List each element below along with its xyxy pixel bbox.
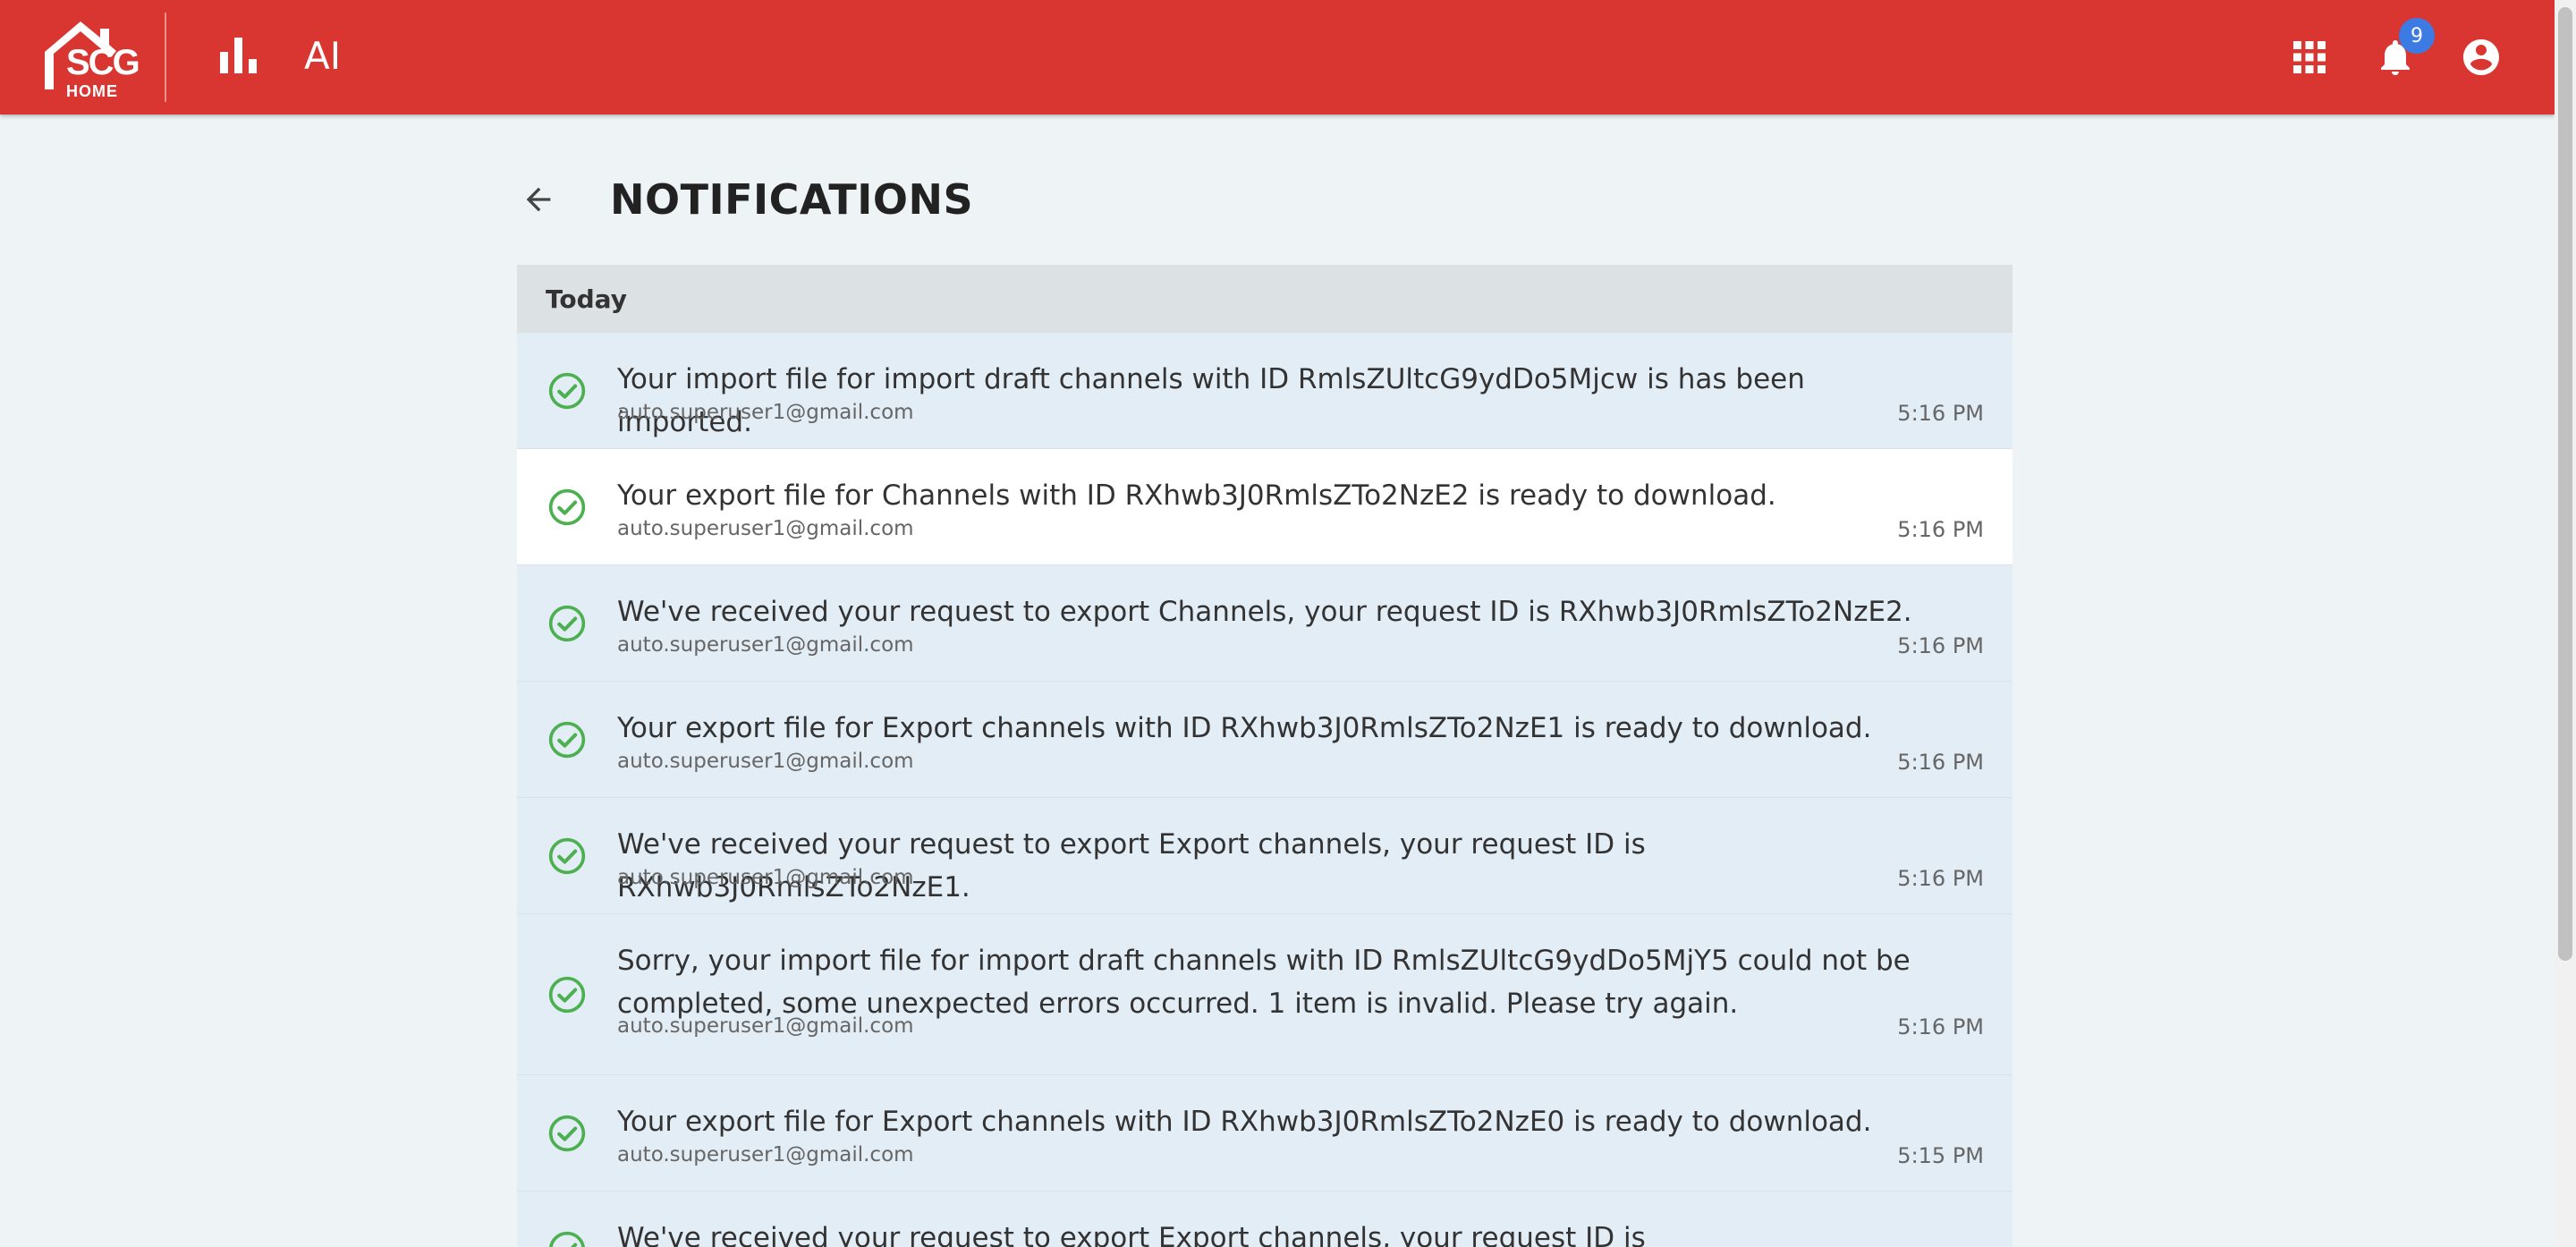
notification-time: 5:15 PM bbox=[1897, 1143, 1984, 1168]
notification-sender: auto.superuser1@gmail.com bbox=[617, 1014, 914, 1038]
check-circle-icon bbox=[548, 488, 586, 526]
notification-item[interactable]: We've received your request to export Ex… bbox=[517, 798, 2012, 914]
notification-item[interactable]: Your import file for import draft channe… bbox=[517, 333, 2012, 449]
notification-item[interactable]: Your export file for Channels with ID RX… bbox=[517, 449, 2012, 565]
notification-item[interactable]: We've received your request to export Ch… bbox=[517, 565, 2012, 682]
page-header: NOTIFICATIONS bbox=[517, 168, 973, 231]
notifications-list: Today Your import file for import draft … bbox=[517, 265, 2012, 1247]
bar-chart-icon bbox=[220, 38, 257, 73]
check-circle-icon bbox=[548, 1115, 586, 1152]
logo-subtext: HOME bbox=[66, 82, 118, 100]
notification-item[interactable]: We've received your request to export Ex… bbox=[517, 1192, 2012, 1247]
notification-sender: auto.superuser1@gmail.com bbox=[617, 866, 914, 889]
notification-message: We've received your request to export Ex… bbox=[617, 1222, 1646, 1247]
header-divider bbox=[165, 13, 166, 102]
apps-button[interactable] bbox=[2292, 39, 2327, 75]
top-bar: SCG HOME AI 9 bbox=[0, 0, 2555, 115]
notification-message: Your export file for Export channels wit… bbox=[617, 1106, 1872, 1138]
back-button[interactable] bbox=[517, 178, 560, 221]
check-circle-icon bbox=[548, 372, 586, 410]
notification-sender: auto.superuser1@gmail.com bbox=[617, 517, 914, 540]
notification-time: 5:16 PM bbox=[1897, 517, 1984, 542]
notification-time: 5:16 PM bbox=[1897, 401, 1984, 426]
notification-count-badge: 9 bbox=[2399, 18, 2435, 54]
logo-text: SCG bbox=[66, 43, 140, 82]
notification-sender: auto.superuser1@gmail.com bbox=[617, 401, 914, 424]
page-title: NOTIFICATIONS bbox=[610, 175, 974, 224]
check-circle-icon bbox=[548, 605, 586, 642]
notification-message: Your export file for Export channels wit… bbox=[617, 712, 1872, 744]
notification-message: Sorry, your import file for import draft… bbox=[617, 945, 1911, 1020]
notification-time: 5:16 PM bbox=[1897, 750, 1984, 775]
notification-message: Your export file for Channels with ID RX… bbox=[617, 479, 1776, 512]
notification-item[interactable]: Your export file for Export channels wit… bbox=[517, 1075, 2012, 1192]
ai-menu-label[interactable]: AI bbox=[304, 34, 341, 78]
notification-time: 5:16 PM bbox=[1897, 1014, 1984, 1039]
notification-time: 5:16 PM bbox=[1897, 633, 1984, 658]
notification-time: 5:16 PM bbox=[1897, 866, 1984, 891]
notification-item[interactable]: Sorry, your import file for import draft… bbox=[517, 914, 2012, 1075]
account-circle-icon bbox=[2463, 39, 2499, 75]
analytics-button[interactable] bbox=[220, 36, 258, 75]
check-circle-icon bbox=[548, 976, 586, 1014]
notification-item[interactable]: Your export file for Export channels wit… bbox=[517, 682, 2012, 798]
check-circle-icon bbox=[548, 837, 586, 875]
notification-message: We've received your request to export Ch… bbox=[617, 596, 1912, 628]
apps-grid-icon bbox=[2293, 41, 2326, 73]
notification-sender: auto.superuser1@gmail.com bbox=[617, 750, 914, 773]
scg-home-logo[interactable]: SCG HOME bbox=[39, 18, 140, 100]
account-button[interactable] bbox=[2460, 36, 2503, 79]
arrow-left-icon bbox=[526, 187, 551, 212]
check-circle-icon bbox=[548, 721, 586, 759]
scrollbar-thumb[interactable] bbox=[2558, 7, 2572, 961]
notification-sender: auto.superuser1@gmail.com bbox=[617, 1143, 914, 1166]
group-header-today: Today bbox=[517, 265, 2012, 333]
notification-sender: auto.superuser1@gmail.com bbox=[617, 633, 914, 657]
check-circle-icon bbox=[549, 1231, 585, 1247]
